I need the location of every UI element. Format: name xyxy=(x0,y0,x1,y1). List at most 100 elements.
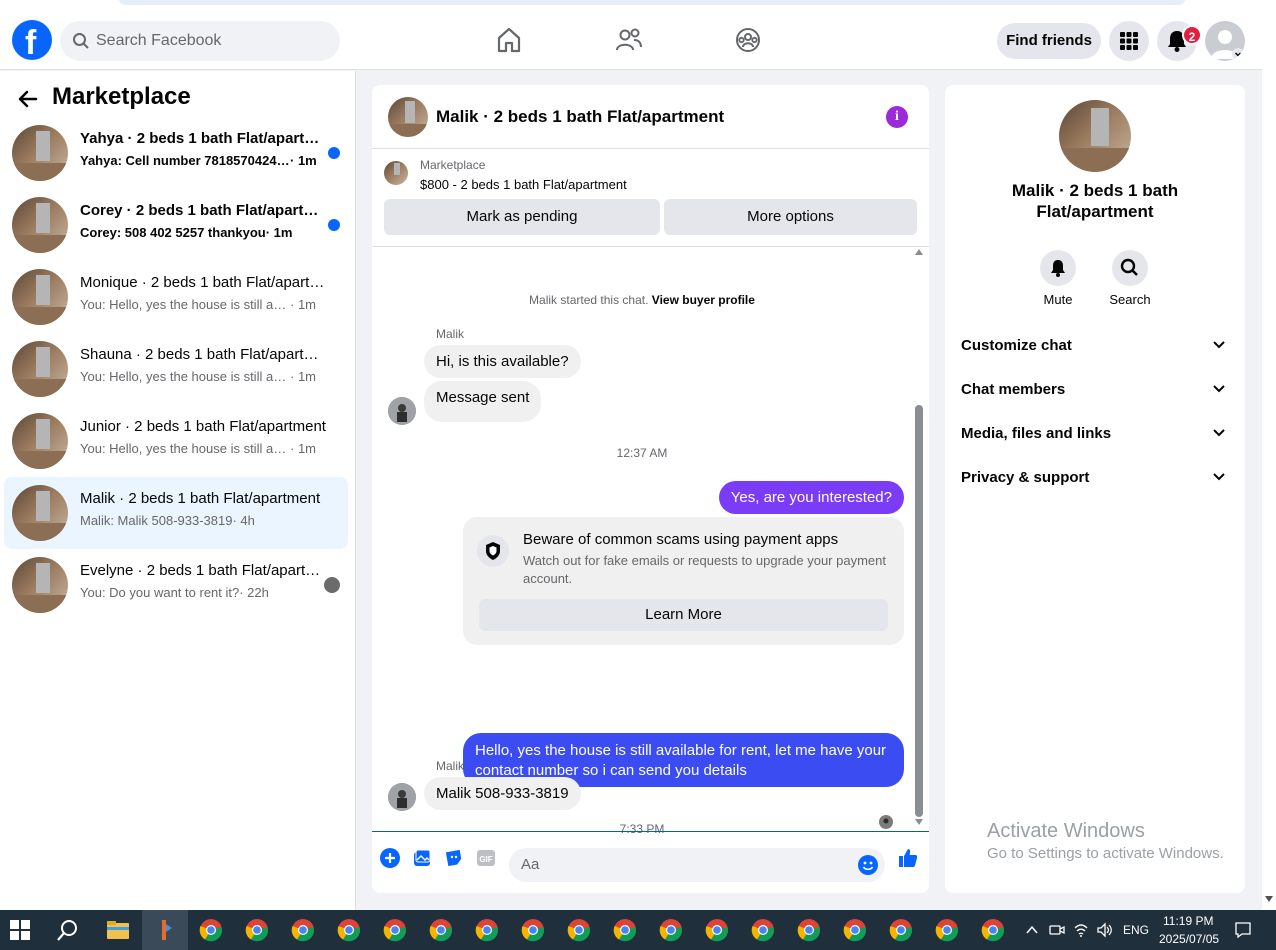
mute-action[interactable]: Mute xyxy=(1028,250,1088,307)
chat-scrollbar[interactable] xyxy=(915,249,923,825)
chrome-icon[interactable] xyxy=(337,918,361,942)
home-icon[interactable] xyxy=(493,24,525,56)
chat-details-thumbnail[interactable] xyxy=(1059,100,1131,172)
chrome-icon[interactable] xyxy=(429,918,453,942)
page-scrollbar[interactable] xyxy=(1262,10,1276,910)
chat-details-panel: Malik · 2 beds 1 bath Flat/apartment Mut… xyxy=(945,85,1245,893)
wifi-icon[interactable] xyxy=(1073,922,1089,938)
more-options-button[interactable]: More options xyxy=(664,199,917,235)
sender-avatar[interactable] xyxy=(388,783,416,811)
chrome-icon[interactable] xyxy=(843,918,867,942)
listing-thumbnail xyxy=(12,557,68,613)
find-friends-button[interactable]: Find friends xyxy=(997,23,1101,59)
chrome-icon[interactable] xyxy=(475,918,499,942)
conversation-item-active[interactable]: Malik · 2 beds 1 bath Flat/apartment Mal… xyxy=(4,477,348,549)
conversation-item[interactable]: Monique · 2 beds 1 bath Flat/apartment Y… xyxy=(4,261,348,333)
groups-icon[interactable] xyxy=(732,24,764,56)
chevron-down-icon xyxy=(1213,385,1225,393)
chat-panel: Malik · 2 beds 1 bath Flat/apartment i M… xyxy=(372,85,929,893)
search-label: Search xyxy=(1109,292,1151,307)
chat-title[interactable]: Malik · 2 beds 1 bath Flat/apartment xyxy=(436,107,724,127)
menu-button[interactable] xyxy=(1109,21,1149,61)
conversation-preview: You: Hello, yes the house is still avail… xyxy=(80,441,316,456)
incoming-message[interactable]: Message sent xyxy=(424,381,542,422)
search-input[interactable]: Search Facebook xyxy=(96,32,221,50)
chat-thumbnail[interactable] xyxy=(388,97,428,137)
chrome-icon[interactable] xyxy=(705,918,729,942)
conversation-item[interactable]: Corey · 2 beds 1 bath Flat/apartment Cor… xyxy=(4,189,348,261)
conversation-item[interactable]: Yahya · 2 beds 1 bath Flat/apartment Yah… xyxy=(4,117,348,189)
incoming-message[interactable]: Hi, is this available? xyxy=(424,345,581,378)
scroll-up-arrow-icon[interactable] xyxy=(915,249,923,255)
language-indicator[interactable]: ENG xyxy=(1123,923,1149,937)
conversation-item[interactable]: Evelyne · 2 beds 1 bath Flat/apartment Y… xyxy=(4,549,348,621)
conversation-item[interactable]: Junior · 2 beds 1 bath Flat/apartment Yo… xyxy=(4,405,348,477)
windows-taskbar: ENG 11:19 PM 2025/07/05 xyxy=(0,910,1276,950)
chat-header: Malik · 2 beds 1 bath Flat/apartment i xyxy=(372,85,929,149)
friends-icon[interactable] xyxy=(613,24,645,56)
chrome-icon[interactable] xyxy=(383,918,407,942)
learn-more-button[interactable]: Learn More xyxy=(479,599,888,631)
windows-start-icon[interactable] xyxy=(10,920,30,940)
conversation-name: Junior · 2 beds 1 bath Flat/apartment xyxy=(80,418,326,435)
search-action[interactable]: Search xyxy=(1100,250,1160,307)
back-arrow-icon[interactable] xyxy=(16,87,40,111)
outgoing-message[interactable]: Yes, are you interested? xyxy=(718,481,904,514)
scroll-down-arrow-icon[interactable] xyxy=(915,819,923,825)
photo-icon[interactable] xyxy=(411,847,433,869)
chrome-icon[interactable] xyxy=(659,918,683,942)
chrome-icon[interactable] xyxy=(567,918,591,942)
chrome-icon[interactable] xyxy=(521,918,545,942)
emoji-icon[interactable] xyxy=(857,854,879,876)
thumbs-up-icon[interactable] xyxy=(896,846,920,870)
chrome-icon[interactable] xyxy=(199,918,223,942)
search-box[interactable]: Search Facebook xyxy=(60,21,340,61)
meet-now-icon[interactable] xyxy=(1049,922,1065,938)
privacy-support-section[interactable]: Privacy & support xyxy=(961,459,1231,499)
view-buyer-profile-link[interactable]: View buyer profile xyxy=(652,293,755,307)
chrome-icon[interactable] xyxy=(935,918,959,942)
file-explorer-icon[interactable] xyxy=(106,918,130,942)
message-input[interactable]: Aa xyxy=(509,848,885,882)
scrollbar-thumb[interactable] xyxy=(915,405,923,817)
media-files-links-section[interactable]: Media, files and links xyxy=(961,415,1231,455)
timestamp: 12:37 AM xyxy=(616,446,668,460)
profile-avatar[interactable] xyxy=(1205,21,1245,61)
info-icon[interactable]: i xyxy=(886,106,908,128)
plus-circle-icon[interactable] xyxy=(379,847,401,869)
sender-avatar[interactable] xyxy=(388,397,416,425)
chrome-icon[interactable] xyxy=(613,918,637,942)
chrome-icon[interactable] xyxy=(981,918,1005,942)
notification-center-icon[interactable] xyxy=(1234,921,1252,939)
snipping-tool-icon[interactable] xyxy=(153,918,177,942)
conversation-name: Corey · 2 beds 1 bath Flat/apartment xyxy=(80,202,328,219)
conversation-name: Monique · 2 beds 1 bath Flat/apartment xyxy=(80,274,328,291)
listing-card: Marketplace $800 - 2 beds 1 bath Flat/ap… xyxy=(372,149,929,247)
taskbar-search-icon[interactable] xyxy=(56,918,80,942)
chrome-icon[interactable] xyxy=(889,918,913,942)
chrome-icon[interactable] xyxy=(291,918,315,942)
customize-chat-section[interactable]: Customize chat xyxy=(961,327,1231,367)
chevron-down-icon xyxy=(1213,341,1225,349)
clock-date[interactable]: 2025/07/05 xyxy=(1159,932,1219,946)
sticker-icon[interactable] xyxy=(443,847,465,869)
chrome-icon[interactable] xyxy=(751,918,775,942)
message-thread: Malik started this chat. View buyer prof… xyxy=(372,247,929,836)
chrome-icon[interactable] xyxy=(245,918,269,942)
clock-time[interactable]: 11:19 PM xyxy=(1163,914,1213,928)
unread-dot xyxy=(328,219,340,231)
gif-icon[interactable]: GIF xyxy=(475,847,497,869)
mark-as-pending-button[interactable]: Mark as pending xyxy=(384,199,660,235)
incoming-message[interactable]: Malik 508-933-3819 xyxy=(424,777,581,810)
chrome-icon[interactable] xyxy=(797,918,821,942)
listing-source: Marketplace xyxy=(420,158,486,172)
search-icon xyxy=(1120,258,1138,276)
volume-icon[interactable] xyxy=(1096,922,1112,938)
facebook-logo[interactable]: f xyxy=(12,20,52,62)
page-scroll-down-icon[interactable] xyxy=(1265,896,1273,902)
tray-chevron-up-icon[interactable] xyxy=(1026,925,1038,935)
chat-members-section[interactable]: Chat members xyxy=(961,371,1231,411)
listing-title[interactable]: $800 - 2 beds 1 bath Flat/apartment xyxy=(420,177,627,192)
notification-badge: 2 xyxy=(1182,25,1202,45)
conversation-item[interactable]: Shauna · 2 beds 1 bath Flat/apartment Yo… xyxy=(4,333,348,405)
